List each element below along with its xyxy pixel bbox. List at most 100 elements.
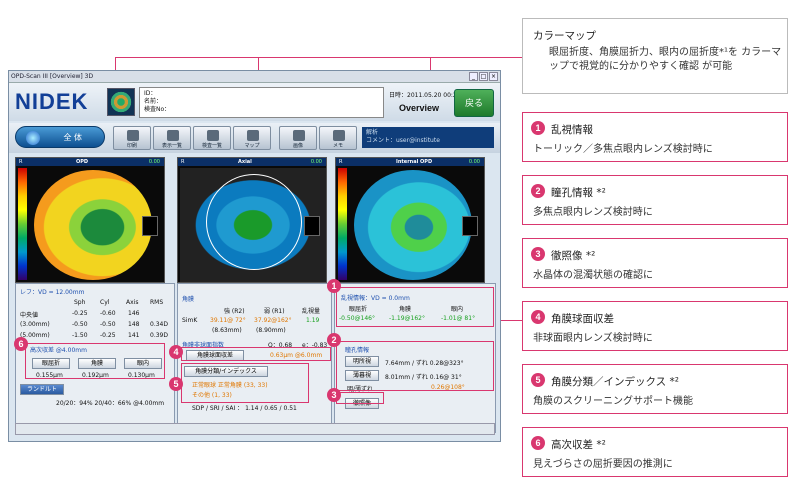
- badge-3: 3: [327, 388, 341, 402]
- simk-label: SimK: [182, 317, 198, 324]
- card-title: カラーマップ: [533, 30, 596, 42]
- map-button[interactable]: マップ: [233, 126, 271, 150]
- card-title: 角膜球面収差: [551, 313, 614, 325]
- patient-id: ID：: [144, 90, 157, 97]
- card-desc: トーリック／多焦点眼内レンズ検討時に: [533, 144, 713, 155]
- view-title: Overview: [399, 103, 440, 113]
- opd-map[interactable]: R OPD 0.00: [15, 157, 165, 283]
- landolt-button[interactable]: ランドルト: [20, 384, 64, 395]
- card-title: 徹照像 *²: [551, 250, 596, 262]
- col-rms: RMS: [150, 299, 164, 306]
- card-desc: 見えづらさの屈折要因の推測に: [533, 459, 673, 470]
- card-number: 2: [531, 184, 545, 198]
- card-number: 4: [531, 310, 545, 324]
- badge-1: 1: [327, 279, 341, 293]
- memo-button[interactable]: メモ: [319, 126, 357, 150]
- col-sph: Sph: [74, 299, 86, 306]
- highlight-6: [25, 343, 165, 379]
- map-header: R Internal OPD 0.00: [336, 158, 484, 166]
- cell: -0.60: [100, 310, 116, 317]
- header: NIDEK ID： 名前： 検査No： 日時：2011.05.20 00:21 …: [9, 83, 500, 121]
- cell: 0.34D: [150, 321, 168, 328]
- card-6: 6 高次収差 *² 見えづらさの屈折要因の推測に: [522, 427, 788, 477]
- card-number: 5: [531, 373, 545, 387]
- axial-thumbnail[interactable]: [304, 216, 320, 236]
- display-icon: [167, 130, 179, 141]
- internal-opd-map[interactable]: R Internal OPD 0.00: [335, 157, 485, 283]
- window-controls: _ □ ×: [469, 72, 498, 81]
- card-4: 4 角膜球面収差非球面眼内レンズ検討時に: [522, 301, 788, 351]
- back-button[interactable]: 戻る: [454, 89, 494, 117]
- simk-cyl: 1.19: [306, 317, 320, 324]
- cell: -1.50: [72, 332, 88, 339]
- col-flat: 弱 (R1): [264, 308, 285, 315]
- cell: -0.25: [72, 310, 88, 317]
- cell: -0.25: [100, 332, 116, 339]
- badge-5: 5: [169, 377, 183, 391]
- card-2: 2 瞳孔情報 *² 多焦点眼内レンズ検討時に: [522, 175, 788, 225]
- cell: 0.39D: [150, 332, 168, 339]
- placido-ring: [206, 174, 302, 270]
- row-label: 中央値: [20, 312, 39, 319]
- window-title: OPD-Scan III [Overview] 3D: [9, 71, 500, 83]
- maximize-icon[interactable]: □: [479, 72, 488, 81]
- card-number: 6: [531, 436, 545, 450]
- cell: -0.50: [100, 321, 116, 328]
- card-5: 5 角膜分類／インデックス *² 角膜のスクリーニングサポート機能: [522, 364, 788, 414]
- landolt-result: 20/20：94% 20/40：66% @4.00mm: [56, 400, 165, 407]
- print-button[interactable]: 印刷: [113, 126, 151, 150]
- card-desc: 角膜のスクリーニングサポート機能: [533, 396, 693, 407]
- cornea-title: 角膜: [182, 296, 195, 303]
- col-cyl: 乱視量: [302, 308, 321, 315]
- badge-4: 4: [169, 345, 183, 359]
- cell: 148: [128, 321, 140, 328]
- flat-radius: (8.90mm): [256, 327, 286, 334]
- toolbar: 全 体 印刷 表示一覧 検査一覧 マップ 画像 メモ 解析 コメント：user@i…: [9, 123, 500, 153]
- minimize-icon[interactable]: _: [469, 72, 478, 81]
- card-colormap: カラーマップ 眼屈折度、角膜屈折力、眼内の屈折度*¹を カラーマップで視覚的に分…: [522, 18, 788, 94]
- printer-icon: [127, 130, 139, 141]
- refraction-title: レフ：VD = 12.00mm: [20, 289, 85, 296]
- card-title: 角膜分類／インデックス *²: [551, 376, 679, 388]
- row-label: (3.00mm): [20, 321, 50, 328]
- pupil-thumbnail[interactable]: [142, 216, 158, 236]
- highlight-5: [181, 363, 309, 403]
- list-icon: [207, 130, 219, 141]
- memo-icon: [333, 130, 345, 141]
- card-desc: 多焦点眼内レンズ検討時に: [533, 207, 653, 218]
- internal-colormap: [354, 170, 472, 280]
- col-cyl: Cyl: [100, 299, 110, 306]
- overall-button[interactable]: 全 体: [15, 126, 105, 148]
- cell: 141: [128, 332, 140, 339]
- col-steep: 強 (R2): [224, 308, 245, 315]
- map-header: R OPD 0.00: [16, 158, 164, 166]
- sdp-values: SDP / SRI / SAI ： 1.14 / 0.65 / 0.51: [192, 405, 297, 412]
- exam-number: 検査No：: [144, 106, 171, 113]
- patient-info: ID： 名前： 検査No：: [139, 87, 384, 118]
- internal-thumbnail[interactable]: [462, 216, 478, 236]
- map-header: R Axial 0.00: [178, 158, 326, 166]
- patient-name: 名前：: [144, 98, 163, 105]
- steep-radius: (8.63mm): [212, 327, 242, 334]
- image-button[interactable]: 画像: [279, 126, 317, 150]
- axial-map[interactable]: R Axial 0.00: [177, 157, 327, 283]
- display-list-button[interactable]: 表示一覧: [153, 126, 191, 150]
- comment-box[interactable]: 解析 コメント：user@institute: [362, 127, 494, 148]
- exam-list-button[interactable]: 検査一覧: [193, 126, 231, 150]
- card-desc: 非球面眼内レンズ検討時に: [533, 333, 653, 344]
- card-desc: 眼屈折度、角膜屈折力、眼内の屈折度*¹を カラーマップで視覚的に分かりやすく確認…: [549, 47, 782, 72]
- badge-6: 6: [14, 337, 28, 351]
- close-icon[interactable]: ×: [489, 72, 498, 81]
- highlight-3: [336, 392, 384, 404]
- simk-steep: 39.11@ 72°: [210, 317, 246, 324]
- opd-colormap: [34, 170, 152, 280]
- color-scale: [18, 168, 27, 280]
- card-title: 高次収差 *²: [551, 439, 606, 451]
- highlight-2: [336, 341, 494, 391]
- card-desc: 水晶体の混濁状態の確認に: [533, 270, 653, 281]
- badge-2: 2: [327, 333, 341, 347]
- nidek-logo: NIDEK: [15, 89, 89, 114]
- cell: 146: [128, 310, 140, 317]
- card-number: 1: [531, 121, 545, 135]
- card-title: 瞳孔情報 *²: [551, 187, 606, 199]
